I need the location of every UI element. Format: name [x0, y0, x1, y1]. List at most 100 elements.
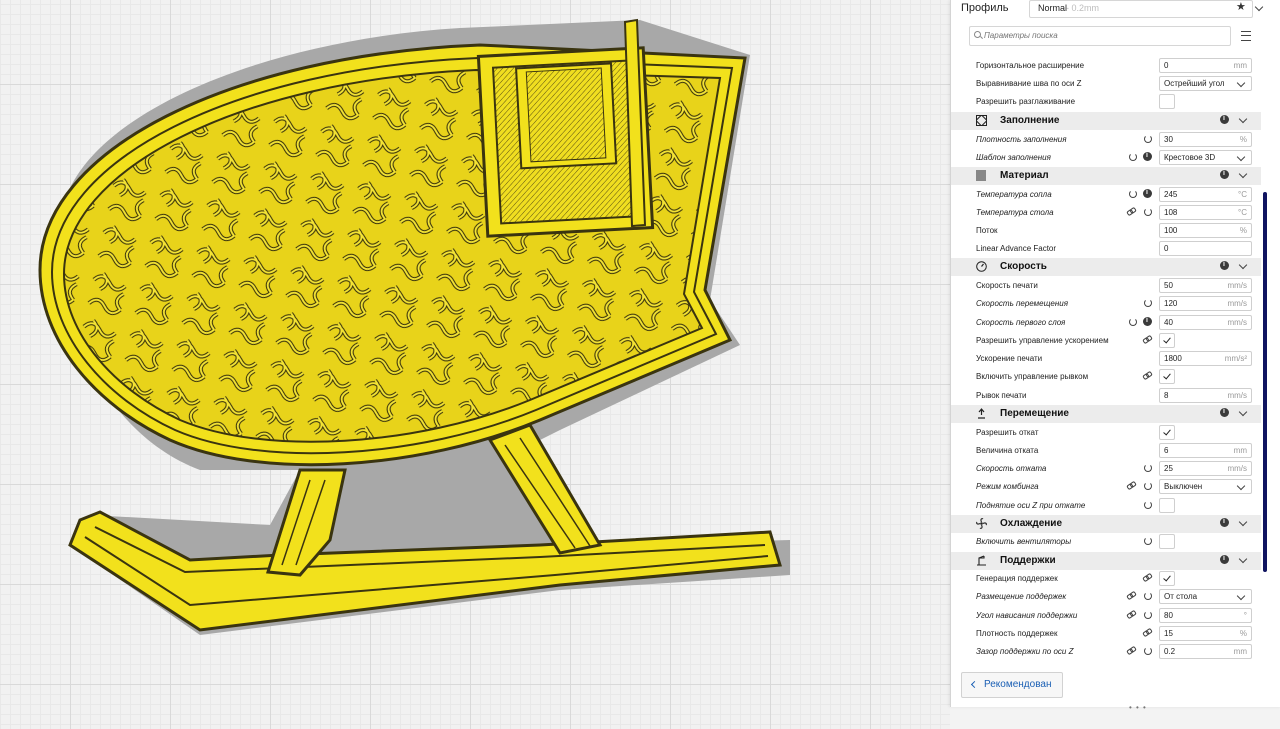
- info-icon[interactable]: [1220, 261, 1229, 270]
- link-icon[interactable]: [1127, 482, 1135, 487]
- checkmark-icon: [1163, 427, 1171, 436]
- reset-icon[interactable]: [1144, 537, 1152, 545]
- category-speed[interactable]: Скорость: [951, 258, 1261, 276]
- settings-menu-icon[interactable]: [1241, 31, 1251, 41]
- category-infill[interactable]: Заполнение: [951, 112, 1261, 130]
- print-jerk-input[interactable]: 8 mm/s: [1159, 388, 1252, 403]
- profile-chevron-down-icon[interactable]: [1254, 2, 1264, 12]
- acceleration-control-checkbox[interactable]: [1159, 333, 1175, 348]
- chevron-down-icon[interactable]: [1238, 517, 1248, 527]
- info-icon[interactable]: [1220, 555, 1229, 564]
- chevron-down-icon[interactable]: [1238, 260, 1248, 270]
- chevron-down-icon[interactable]: [1238, 554, 1248, 564]
- setting-infill-pattern: Шаблон заполнения Крестовое 3D: [951, 149, 1261, 167]
- retraction-distance-input[interactable]: 6 mm: [1159, 443, 1252, 458]
- category-material[interactable]: Материал: [951, 167, 1261, 185]
- link-icon[interactable]: [1143, 372, 1151, 377]
- reset-icon[interactable]: [1144, 611, 1152, 619]
- print-settings-panel: Профиль Normal - 0.2mm ★ Горизонтальное …: [950, 0, 1280, 707]
- link-icon[interactable]: [1143, 629, 1151, 634]
- travel-speed-input[interactable]: 120 mm/s: [1159, 296, 1252, 311]
- panel-resize-handle[interactable]: • • •: [1129, 703, 1147, 712]
- jerk-control-checkbox[interactable]: [1159, 369, 1175, 384]
- category-support[interactable]: Поддержки: [951, 552, 1261, 570]
- enable-cooling-fans-checkbox[interactable]: [1159, 534, 1175, 549]
- category-cooling[interactable]: Охлаждение: [951, 515, 1261, 533]
- reset-icon[interactable]: [1144, 135, 1152, 143]
- support-overhang-angle-input[interactable]: 80 °: [1159, 608, 1252, 623]
- search-input[interactable]: [984, 29, 1224, 42]
- checkmark-icon: [1163, 371, 1171, 380]
- info-icon[interactable]: [1220, 408, 1229, 417]
- category-travel[interactable]: Перемещение: [951, 405, 1261, 423]
- reset-icon[interactable]: [1144, 501, 1152, 509]
- retraction-speed-input[interactable]: 25 mm/s: [1159, 461, 1252, 476]
- setting-z-seam-alignment: Выравнивание шва по оси Z Острейший угол: [951, 75, 1261, 93]
- z-hop-checkbox[interactable]: [1159, 498, 1175, 513]
- initial-layer-speed-input[interactable]: 40 mm/s: [1159, 315, 1252, 330]
- function-icon[interactable]: [1143, 152, 1152, 161]
- favorite-star-icon[interactable]: ★: [1236, 0, 1246, 13]
- link-icon[interactable]: [1127, 611, 1135, 616]
- setting-support-z-distance: Зазор поддержки по оси Z 0.2 mm: [951, 643, 1261, 661]
- setting-initial-layer-speed: Скорость первого слоя 40 mm/s: [951, 314, 1261, 332]
- link-icon[interactable]: [1127, 592, 1135, 597]
- chevron-down-icon[interactable]: [1238, 169, 1248, 179]
- speed-icon: [976, 261, 987, 272]
- function-icon[interactable]: [1143, 189, 1152, 198]
- bed-temperature-input[interactable]: 108 °C: [1159, 205, 1252, 220]
- horizontal-expansion-input[interactable]: 0 mm: [1159, 58, 1252, 73]
- link-icon[interactable]: [1143, 336, 1151, 341]
- infill-pattern-select[interactable]: Крестовое 3D: [1159, 150, 1252, 165]
- generate-support-checkbox[interactable]: [1159, 571, 1175, 586]
- enable-retraction-checkbox[interactable]: [1159, 425, 1175, 440]
- reset-icon[interactable]: [1144, 208, 1152, 216]
- support-z-distance-input[interactable]: 0.2 mm: [1159, 644, 1252, 659]
- support-density-input[interactable]: 15 %: [1159, 626, 1252, 641]
- link-icon[interactable]: [1127, 208, 1135, 213]
- profile-select[interactable]: Normal - 0.2mm ★: [1029, 0, 1253, 18]
- setting-acceleration-control: Разрешить управление ускорением: [951, 332, 1261, 350]
- setting-enable-ironing: Разрешить разглаживание: [951, 93, 1261, 111]
- function-icon[interactable]: [1143, 317, 1152, 326]
- recommended-mode-button[interactable]: Рекомендован: [961, 672, 1063, 698]
- build-plate-viewport[interactable]: [0, 0, 950, 729]
- setting-linear-advance-factor: Linear Advance Factor 0: [951, 240, 1261, 258]
- info-icon[interactable]: [1220, 115, 1229, 124]
- reset-icon[interactable]: [1144, 464, 1152, 472]
- info-icon[interactable]: [1220, 518, 1229, 527]
- reset-icon[interactable]: [1144, 647, 1152, 655]
- checkmark-icon: [1163, 573, 1171, 582]
- setting-retraction-distance: Величина отката 6 mm: [951, 442, 1261, 460]
- combing-mode-select[interactable]: Выключен: [1159, 479, 1252, 494]
- info-icon[interactable]: [1220, 170, 1229, 179]
- chevron-down-icon[interactable]: [1238, 407, 1248, 417]
- setting-print-acceleration: Ускорение печати 1800 mm/s²: [951, 350, 1261, 368]
- reset-icon[interactable]: [1129, 318, 1137, 326]
- settings-search[interactable]: [969, 26, 1231, 46]
- support-placement-select[interactable]: От стола: [1159, 589, 1252, 604]
- settings-scrollbar[interactable]: [1263, 192, 1267, 572]
- flow-input[interactable]: 100 %: [1159, 223, 1252, 238]
- chevron-down-icon[interactable]: [1238, 114, 1248, 124]
- reset-icon[interactable]: [1144, 299, 1152, 307]
- nozzle-temperature-input[interactable]: 245 °C: [1159, 187, 1252, 202]
- setting-support-density: Плотность поддержек 15 %: [951, 625, 1261, 643]
- reset-icon[interactable]: [1144, 592, 1152, 600]
- reset-icon[interactable]: [1144, 482, 1152, 490]
- linear-advance-factor-input[interactable]: 0: [1159, 241, 1252, 256]
- print-speed-input[interactable]: 50 mm/s: [1159, 278, 1252, 293]
- reset-icon[interactable]: [1129, 190, 1137, 198]
- setting-generate-support: Генерация поддержек: [951, 570, 1261, 588]
- z-seam-alignment-select[interactable]: Острейший угол: [1159, 76, 1252, 91]
- enable-ironing-checkbox[interactable]: [1159, 94, 1175, 109]
- reset-icon[interactable]: [1129, 153, 1137, 161]
- print-acceleration-input[interactable]: 1800 mm/s²: [1159, 351, 1252, 366]
- link-icon[interactable]: [1127, 647, 1135, 652]
- chevron-down-icon: [1236, 591, 1246, 601]
- setting-flow: Поток 100 %: [951, 222, 1261, 240]
- infill-density-input[interactable]: 30 %: [1159, 132, 1252, 147]
- settings-list[interactable]: Горизонтальное расширение 0 mm Выравнива…: [951, 56, 1261, 663]
- link-icon[interactable]: [1143, 574, 1151, 579]
- setting-print-speed: Скорость печати 50 mm/s: [951, 277, 1261, 295]
